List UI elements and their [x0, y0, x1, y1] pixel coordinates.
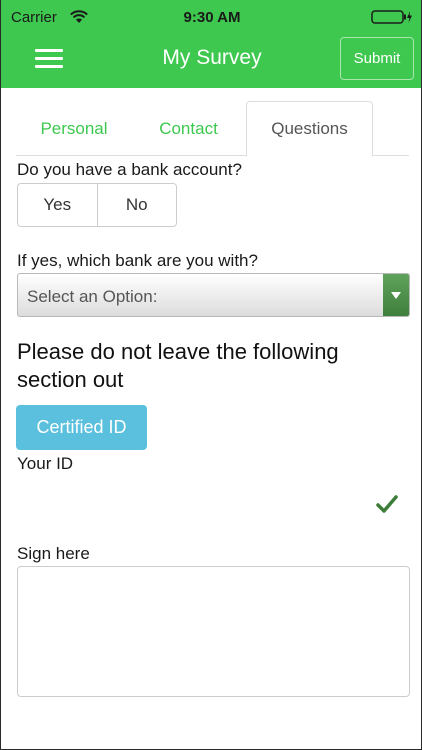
yes-button[interactable]: Yes: [18, 184, 98, 226]
tab-bar: Personal Contact Questions: [16, 101, 409, 157]
survey-screen: Carrier 9:30 AM My Survey Submit Persona…: [0, 0, 422, 750]
bank-select-value: Select an Option:: [27, 287, 158, 306]
certified-id-button[interactable]: Certified ID: [16, 405, 147, 450]
status-time: 9:30 AM: [183, 9, 241, 26]
bank-select-dropdown[interactable]: Select an Option:: [17, 273, 410, 317]
submit-button[interactable]: Submit: [340, 37, 414, 80]
bank-select-question: If yes, which bank are you with?: [17, 251, 258, 270]
signature-label: Sign here: [17, 544, 90, 563]
dropdown-arrow-icon[interactable]: [383, 274, 409, 316]
battery-icon: [371, 10, 412, 24]
no-button[interactable]: No: [97, 184, 176, 226]
tab-personal[interactable]: Personal: [16, 101, 132, 156]
app-header: Carrier 9:30 AM My Survey Submit: [1, 0, 421, 88]
bank-account-question: Do you have a bank account?: [17, 160, 242, 179]
your-id-label: Your ID: [17, 454, 74, 473]
section-heading: Please do not leave the following sectio…: [17, 339, 339, 392]
checkmark-icon: [376, 495, 398, 513]
tab-contact[interactable]: Contact: [137, 101, 240, 156]
tab-questions[interactable]: Questions: [246, 101, 373, 157]
bank-account-toggle: Yes No: [17, 183, 177, 227]
status-bar: Carrier 9:30 AM: [1, 0, 421, 34]
signature-pad[interactable]: [17, 566, 410, 697]
